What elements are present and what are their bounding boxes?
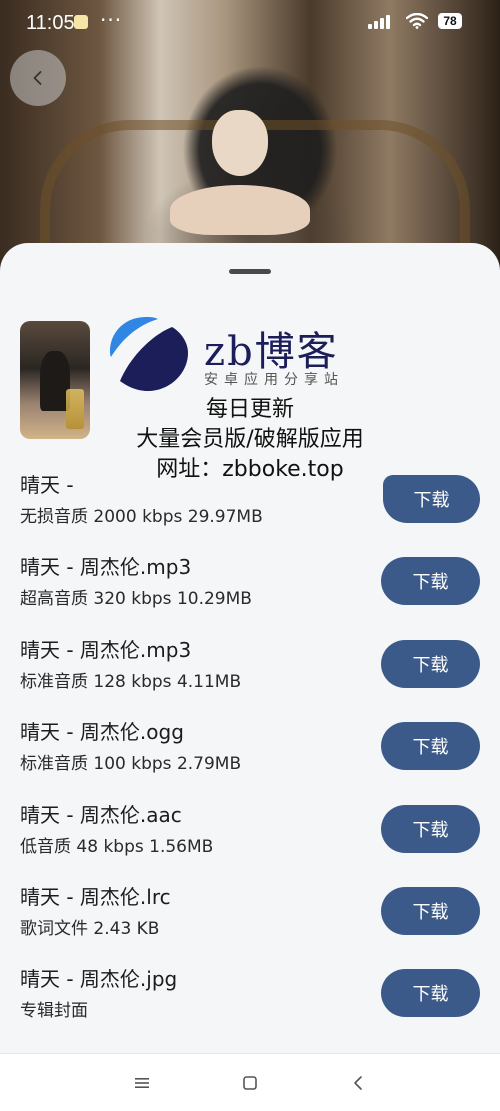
menu-icon: [135, 1078, 149, 1088]
download-button[interactable]: 下载: [383, 475, 480, 523]
file-list: 晴天 - 无损音质 2000 kbps 29.97MB 下载 晴天 - 周杰伦.…: [0, 465, 500, 1042]
zb-blog-logo-icon: [110, 317, 188, 391]
file-meta: 标准音质 100 kbps 2.79MB: [20, 754, 242, 775]
file-row: 晴天 - 周杰伦.lrc 歌词文件 2.43 KB 下载: [0, 877, 500, 959]
file-meta: 专辑封面: [20, 1001, 88, 1022]
download-button[interactable]: 下载: [381, 557, 480, 606]
screen: 11:05 ··· 78 zb博客 安卓应用分享站 每日更新 大量会员版/破解版…: [0, 0, 500, 1111]
notification-app-icon: [74, 15, 88, 29]
download-button[interactable]: 下载: [381, 804, 480, 853]
sheet-drag-handle[interactable]: [229, 269, 271, 274]
file-meta: 无损音质 2000 kbps 29.97MB: [20, 507, 263, 527]
file-row: 晴天 - 周杰伦.mp3 标准音质 128 kbps 4.11MB 下载: [0, 630, 500, 712]
ad-brand-subtitle: 安卓应用分享站: [204, 372, 344, 388]
nav-home-button[interactable]: [238, 1071, 262, 1095]
photo-hands: [170, 185, 310, 235]
signal-icon: [368, 13, 396, 29]
file-name: 晴天 - 周杰伦.lrc: [20, 884, 171, 909]
cover-title-art: [66, 389, 84, 429]
photo-face: [212, 110, 268, 176]
ad-line-daily-update: 每日更新: [205, 397, 294, 422]
file-name: 晴天 - 周杰伦.ogg: [20, 720, 184, 745]
file-meta: 超高音质 320 kbps 10.29MB: [20, 589, 252, 610]
status-bar: 11:05 ··· 78: [0, 0, 500, 44]
chevron-left-icon: [33, 71, 42, 85]
download-sheet: zb博客 安卓应用分享站 每日更新 大量会员版/破解版应用 网址：zbboke.…: [0, 243, 500, 1053]
ad-line-apps: 大量会员版/破解版应用: [136, 427, 364, 452]
more-notifications-icon: ···: [100, 8, 123, 32]
file-name: 晴天 - 周杰伦.jpg: [20, 967, 178, 992]
download-button[interactable]: 下载: [381, 722, 480, 771]
nav-menu-button[interactable]: [130, 1071, 154, 1095]
album-cover-image: [20, 321, 90, 439]
wifi-icon: [406, 13, 428, 29]
triangle-back-icon: [354, 1076, 362, 1090]
file-row: 晴天 - 无损音质 2000 kbps 29.97MB 下载: [0, 465, 500, 547]
file-row: 晴天 - 周杰伦.mp3 超高音质 320 kbps 10.29MB 下载: [0, 547, 500, 629]
file-row: 晴天 - 周杰伦.aac 低音质 48 kbps 1.56MB 下载: [0, 795, 500, 877]
file-row: 晴天 - 周杰伦.jpg 专辑封面 下载: [0, 959, 500, 1041]
status-indicators: 78: [368, 13, 462, 29]
download-button[interactable]: 下载: [381, 886, 480, 935]
download-button[interactable]: 下载: [381, 969, 480, 1018]
file-meta: 歌词文件 2.43 KB: [20, 918, 160, 939]
battery-icon: 78: [438, 13, 462, 29]
status-time: 11:05: [26, 12, 75, 34]
file-row: 晴天 - 周杰伦.ogg 标准音质 100 kbps 2.79MB 下载: [0, 712, 500, 794]
nav-back-button[interactable]: [346, 1071, 370, 1095]
file-meta: 标准音质 128 kbps 4.11MB: [20, 671, 242, 692]
file-name: 晴天 -: [20, 473, 74, 497]
system-nav-bar: [0, 1053, 500, 1111]
file-name: 晴天 - 周杰伦.aac: [20, 802, 182, 827]
file-meta: 低音质 48 kbps 1.56MB: [20, 836, 214, 857]
download-button[interactable]: 下载: [381, 639, 480, 688]
file-name: 晴天 - 周杰伦.mp3: [20, 637, 192, 662]
square-icon: [243, 1076, 257, 1090]
back-button[interactable]: [10, 50, 66, 106]
file-name: 晴天 - 周杰伦.mp3: [20, 555, 192, 580]
